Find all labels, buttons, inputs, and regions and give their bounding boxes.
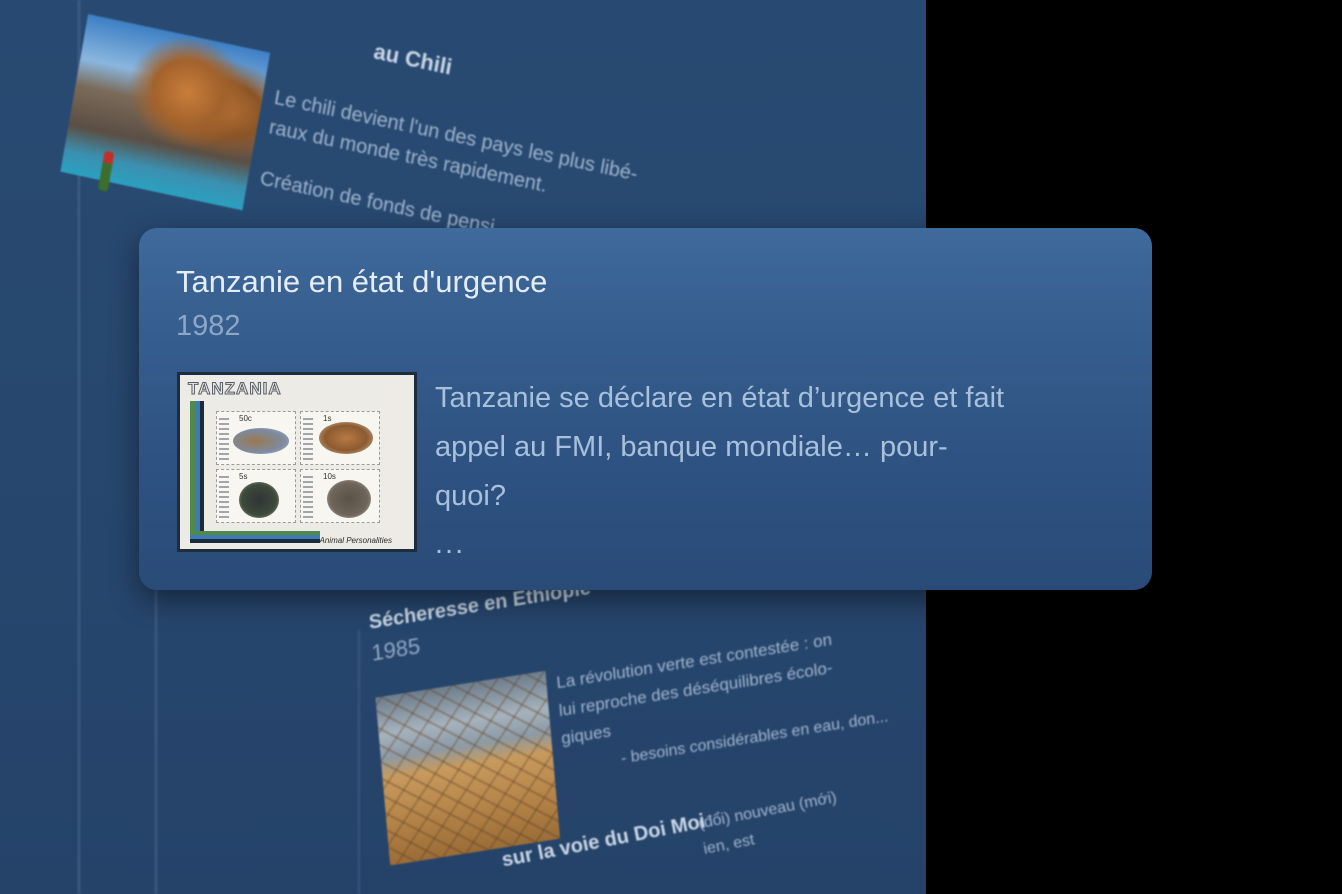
event-description: Tanzanie se déclare en état d’urgence et… [435,374,1135,521]
stamp: 50c [216,411,296,465]
animal-illustration-icon [239,482,279,518]
stamp-border-icon [303,418,313,460]
entry-title: au Chili [371,38,455,80]
flag-stripe-icon [190,531,320,543]
event-detail-card[interactable]: Tanzanie en état d'urgence 1982 TANZANIA… [139,228,1152,590]
stamp-sheet-image[interactable]: TANZANIA 50c 1s 5s 10s Animal Personalit… [177,372,417,552]
animal-illustration-icon [327,480,371,518]
timeline-entry-chile[interactable]: au Chili Le chili devient l'un des pays … [60,0,775,242]
drought-photo [375,670,561,866]
stamp: 1s [300,411,380,465]
stamp-country-label: TANZANIA [188,379,282,399]
chile-photo [60,14,271,211]
timeline-line [358,630,360,894]
entry-text: (đổi) nouveau (mới) ien, est [696,785,844,863]
stamp: 5s [216,469,296,523]
event-year: 1982 [176,310,241,342]
description-line: quoi? [435,480,506,512]
stamp-caption: Animal Personalities [319,536,392,545]
stamp-value: 5s [239,472,248,481]
timeline-line [155,590,157,894]
stamp-value: 1s [323,414,332,423]
stamp: 10s [300,469,380,523]
description-line: appel au FMI, banque mondiale… pour- [435,431,948,463]
screen: au Chili Le chili devient l'un des pays … [0,0,1342,894]
stamp-border-icon [303,476,313,518]
timeline-entry-doimoi[interactable]: sur la voie du Doi Moi (đổi) nouveau (mớ… [500,770,917,873]
description-line: Tanzanie se déclare en état d’urgence et… [435,382,1005,414]
event-title: Tanzanie en état d'urgence [176,264,548,299]
stamp-border-icon [219,476,229,518]
hiker-figure [97,150,115,192]
stamp-value: 50c [239,414,252,423]
stamp-value: 10s [323,472,336,481]
animal-illustration-icon [233,428,289,454]
more-ellipsis[interactable]: ... [435,528,465,561]
stamp-border-icon [219,418,229,460]
flag-stripe-icon [190,401,204,543]
stamp-sheet: TANZANIA 50c 1s 5s 10s Animal Personalit… [180,375,414,549]
animal-illustration-icon [319,422,373,454]
